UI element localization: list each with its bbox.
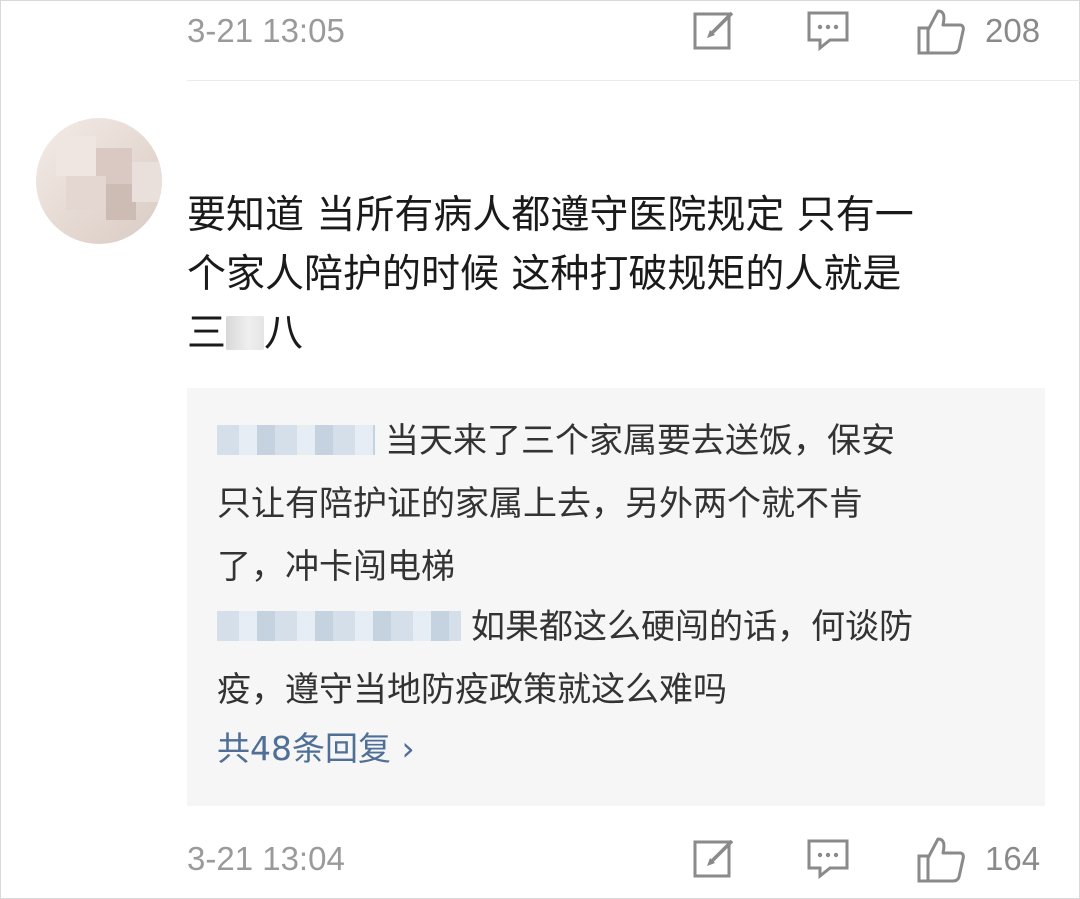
reply-author-blurred[interactable] xyxy=(217,611,461,641)
blurred-word xyxy=(226,316,265,350)
previous-comment-meta: 3-21 13:05 208 xyxy=(0,0,1080,60)
divider xyxy=(187,80,1080,81)
comment-meta: 3-21 13:04 164 xyxy=(0,828,1080,888)
comment-icon[interactable] xyxy=(806,836,850,880)
comment-prefix: 三 xyxy=(187,311,227,356)
edit-icon[interactable] xyxy=(692,8,736,52)
reply-item[interactable]: 当天来了三个家属要去送饭，保安 只让有陪护证的家属上去，另外两个就不肯 了，冲卡… xyxy=(217,410,1017,599)
comment-time: 3-21 13:04 xyxy=(187,840,345,877)
reply-item[interactable]: 如果都这么硬闯的话，何谈防 疫，遵守当地防疫政策就这么难吗 xyxy=(217,596,1017,722)
reply-text-line: 只让有陪护证的家属上去，另外两个就不肯 xyxy=(217,484,863,524)
reply-author-blurred[interactable] xyxy=(217,425,375,455)
reply-text-line: 如果都这么硬闯的话，何谈防 xyxy=(471,607,913,647)
comment-line-tail: 八 xyxy=(264,311,304,356)
view-all-replies-link[interactable]: 共48条回复 › xyxy=(217,722,415,770)
like-count: 208 xyxy=(985,12,1041,49)
edit-icon[interactable] xyxy=(692,836,736,880)
username-blurred[interactable] xyxy=(182,124,540,158)
reply-text-line: 疫，遵守当地防疫政策就这么难吗 xyxy=(217,670,727,710)
avatar[interactable] xyxy=(36,118,162,244)
comment-line: 个家人陪护的时候 这种打破规矩的人就是 xyxy=(187,252,902,297)
thumbs-up-icon[interactable] xyxy=(916,836,966,884)
comment-line: 要知道 当所有病人都遵守医院规定 只有一 xyxy=(187,193,914,238)
thumbs-up-icon[interactable] xyxy=(916,8,966,56)
reply-text-line: 了，冲卡闯电梯 xyxy=(217,547,455,587)
reply-line: 如果都这么硬闯的话，何谈防 xyxy=(217,596,1017,659)
comment-text: 要知道 当所有病人都遵守医院规定 只有一 个家人陪护的时候 这种打破规矩的人就是… xyxy=(187,186,1027,363)
like-count: 164 xyxy=(985,840,1041,877)
comment-icon[interactable] xyxy=(806,8,850,52)
comment-line: 三八 xyxy=(187,304,1027,363)
reply-line: 当天来了三个家属要去送饭，保安 xyxy=(217,410,1017,473)
reply-text-line: 当天来了三个家属要去送饭，保安 xyxy=(385,421,895,461)
replies-panel: 当天来了三个家属要去送饭，保安 只让有陪护证的家属上去，另外两个就不肯 了，冲卡… xyxy=(187,388,1045,806)
comment-time: 3-21 13:05 xyxy=(187,12,345,49)
